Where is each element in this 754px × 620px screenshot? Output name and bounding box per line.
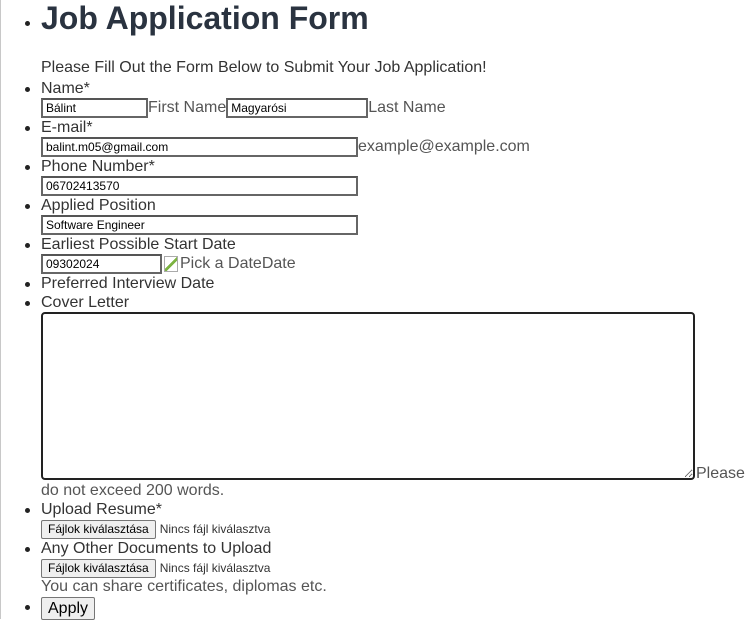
interview-date-label: Preferred Interview Date [41, 275, 215, 292]
interview-date-field-group: Preferred Interview Date [25, 274, 754, 293]
application-form: Job Application Form [0, 0, 754, 54]
cover-letter-hint-rest: do not exceed 200 words. [41, 482, 225, 499]
resume-field-group: Upload Resume* Fájlok kiválasztása Nincs… [25, 500, 754, 539]
broken-image-icon [164, 256, 178, 272]
cover-letter-textarea[interactable] [41, 312, 695, 480]
other-docs-hint: You can share certificates, diplomas etc… [41, 578, 327, 595]
first-name-hint: First Name [148, 99, 227, 116]
other-docs-label: Any Other Documents to Upload [41, 540, 272, 557]
email-hint: example@example.com [358, 138, 530, 155]
page-title: Job Application Form [41, 0, 369, 36]
last-name-hint: Last Name [368, 99, 446, 116]
cover-letter-label: Cover Letter [41, 294, 130, 311]
date-picker-suffix: Date [261, 255, 296, 272]
resume-label: Upload Resume* [41, 501, 162, 518]
title-item: Job Application Form [25, 0, 754, 54]
name-label: Name* [41, 80, 90, 97]
email-field-group: E-mail* example@example.com [25, 118, 754, 157]
phone-label: Phone Number* [41, 158, 155, 175]
email-input[interactable] [41, 137, 358, 157]
form-subtitle: Please Fill Out the Form Below to Submit… [41, 59, 487, 76]
email-label: E-mail* [41, 119, 93, 136]
other-docs-file-status: Nincs fájl kiválasztva [159, 561, 271, 575]
apply-button[interactable]: Apply [41, 597, 96, 620]
window-left-border [0, 0, 1, 619]
phone-input[interactable] [41, 176, 358, 196]
start-date-input[interactable] [41, 254, 162, 274]
cover-letter-field-group: Cover Letter Please do not exceed 200 wo… [25, 293, 754, 500]
apply-item: Apply [25, 597, 754, 620]
first-name-input[interactable] [41, 98, 148, 118]
last-name-input[interactable] [226, 98, 369, 118]
start-date-label: Earliest Possible Start Date [41, 236, 236, 253]
position-label: Applied Position [41, 197, 156, 214]
position-field-group: Applied Position [25, 196, 754, 235]
resume-file-status: Nincs fájl kiválasztva [159, 522, 271, 536]
name-field-group: Name* First Name Last Name [25, 79, 754, 118]
resume-file-button[interactable]: Fájlok kiválasztása [41, 519, 156, 539]
start-date-field-group: Earliest Possible Start Date Pick a Date… [25, 235, 754, 274]
date-picker-button[interactable]: Pick a Date Date [164, 255, 296, 273]
position-input[interactable] [41, 215, 358, 235]
other-docs-file-button[interactable]: Fájlok kiválasztása [41, 558, 156, 578]
phone-field-group: Phone Number* [25, 157, 754, 196]
date-picker-alt-text: Pick a Date [180, 255, 262, 272]
form-fields: Name* First Name Last Name E-mail* examp… [0, 79, 754, 620]
other-docs-field-group: Any Other Documents to Upload Fájlok kiv… [25, 539, 754, 596]
cover-letter-hint-start: Please [696, 465, 745, 482]
